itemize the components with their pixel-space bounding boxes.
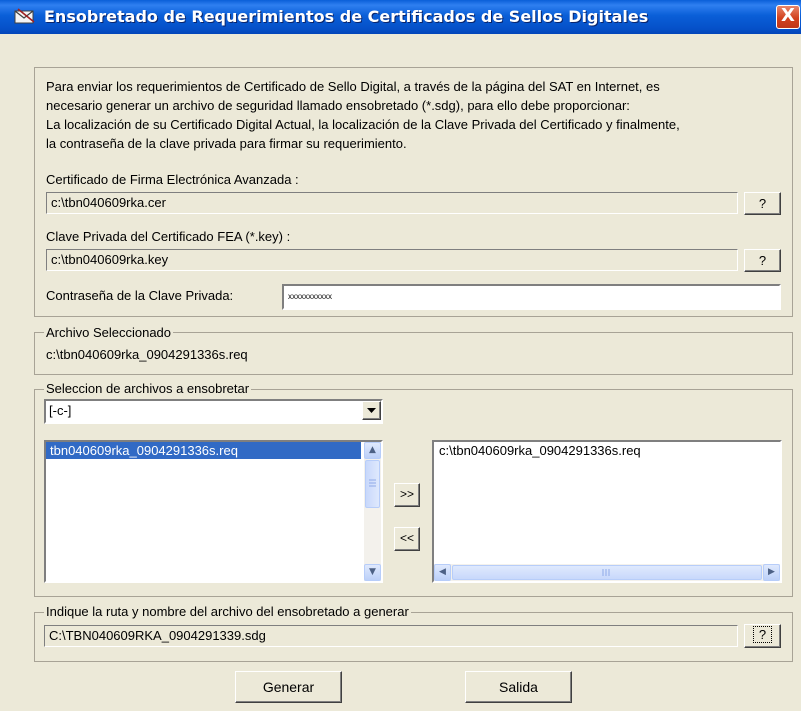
output-browse-button[interactable]: ? [744,624,781,648]
output-path-field[interactable]: C:\TBN040609RKA_0904291339.sdg [44,625,738,647]
thumb-grip-icon [369,479,376,487]
selected-file-legend: Archivo Seleccionado [44,325,174,340]
private-key-label: Clave Privada del Certificado FEA (*.key… [46,229,291,244]
dialog-window: Ensobretado de Requerimientos de Certifi… [0,0,801,711]
generate-button[interactable]: Generar [235,671,342,703]
private-key-browse-button[interactable]: ? [744,249,781,272]
intro-line-4: la contraseña de la clave privada para f… [46,136,407,151]
scroll-down-icon[interactable]: ▼ [364,564,381,581]
output-path-value: C:\TBN040609RKA_0904291339.sdg [49,628,266,643]
scroll-up-icon[interactable]: ▲ [364,442,381,459]
available-files-list[interactable]: tbn040609rka_0904291336s.req ▲ ▼ [44,440,383,583]
app-icon [14,8,35,24]
list-item[interactable]: tbn040609rka_0904291336s.req [46,442,361,459]
output-legend: Indique la ruta y nombre del archivo del… [44,604,411,619]
available-files-scrollbar[interactable]: ▲ ▼ [364,442,381,581]
generate-button-label: Generar [262,679,315,695]
certificate-label: Certificado de Firma Electrónica Avanzad… [46,172,299,187]
certificate-path-field[interactable]: c:\tbn040609rka.cer [46,192,738,214]
private-key-path-value: c:\tbn040609rka.key [51,252,169,267]
intro-line-1: Para enviar los requerimientos de Certif… [46,79,660,94]
password-masked-value: xxxxxxxxxxx [288,292,332,301]
scroll-thumb[interactable] [452,565,762,580]
intro-line-3: La localización de su Certificado Digita… [46,117,680,132]
file-selection-legend: Seleccion de archivos a ensobretar [44,381,252,396]
title-bar[interactable]: Ensobretado de Requerimientos de Certifi… [0,0,801,34]
private-key-path-field[interactable]: c:\tbn040609rka.key [46,249,738,271]
drive-select[interactable]: [-c-] [44,399,383,424]
close-icon: X [781,5,795,26]
list-item[interactable]: c:\tbn040609rka_0904291336s.req [439,443,641,458]
certificate-path-value: c:\tbn040609rka.cer [51,195,166,210]
remove-file-label: << [399,531,414,545]
add-file-label: >> [399,487,414,501]
certificate-browse-label: ? [758,196,767,211]
selected-file-value: c:\tbn040609rka_0904291336s.req [46,347,248,362]
scroll-thumb[interactable] [365,460,380,508]
drive-select-value: [-c-] [49,403,72,418]
drive-dropdown-button[interactable] [362,401,381,420]
scroll-left-icon[interactable]: ◀ [434,564,451,581]
close-button[interactable]: X [776,5,800,29]
intro-line-2: necesario generar un archivo de segurida… [46,98,630,113]
add-file-button[interactable]: >> [394,483,420,507]
exit-button-label: Salida [499,679,538,695]
window-title: Ensobretado de Requerimientos de Certifi… [44,7,649,26]
remove-file-button[interactable]: << [394,527,420,551]
private-key-browse-label: ? [758,253,767,268]
output-browse-label: ? [752,626,773,643]
certificate-browse-button[interactable]: ? [744,192,781,215]
scroll-right-icon[interactable]: ▶ [763,564,780,581]
password-label: Contraseña de la Clave Privada: [46,288,234,303]
password-input[interactable]: xxxxxxxxxxx [282,284,781,310]
chosen-files-scrollbar[interactable]: ◀ ▶ [434,564,780,581]
chosen-files-list[interactable]: c:\tbn040609rka_0904291336s.req ◀ ▶ [432,440,782,583]
exit-button[interactable]: Salida [465,671,572,703]
thumb-grip-icon [602,569,610,576]
chevron-down-icon [367,408,376,413]
